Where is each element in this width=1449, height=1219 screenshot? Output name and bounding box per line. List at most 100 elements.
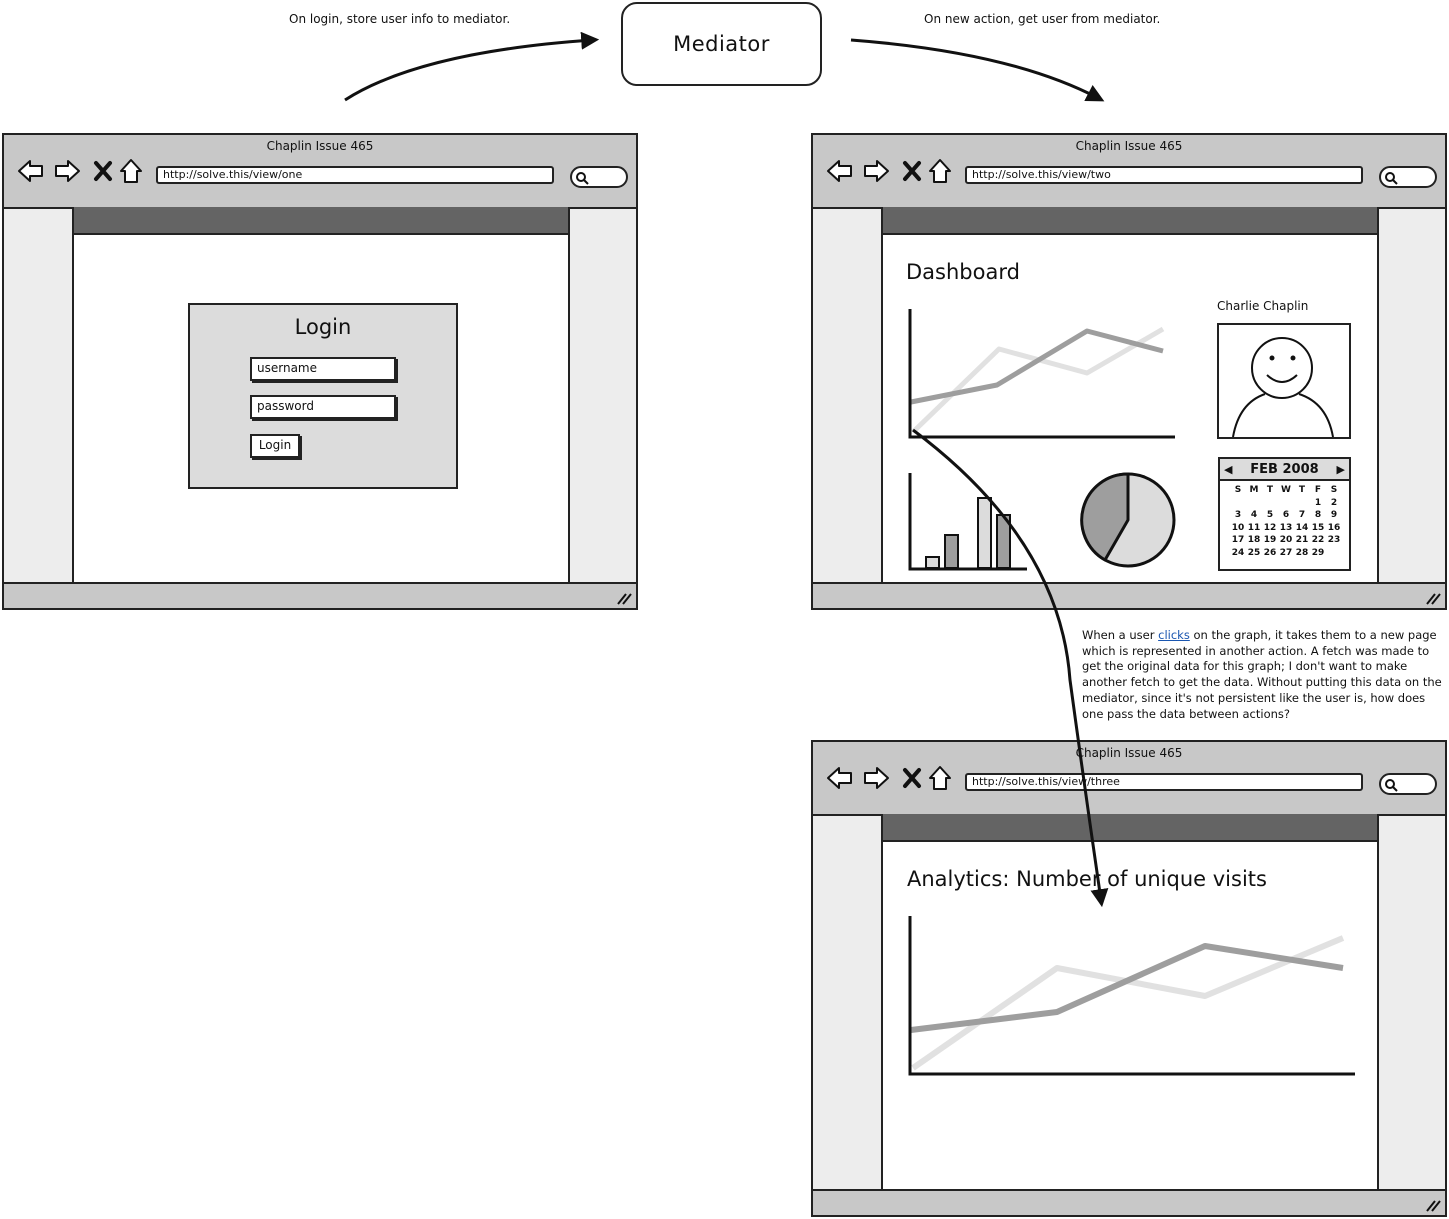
address-bar[interactable]: http://solve.this/view/three	[965, 773, 1363, 791]
calendar-prev-icon[interactable]: ◀	[1224, 463, 1232, 476]
calendar-day	[1246, 497, 1262, 510]
calendar-day[interactable]: 13	[1278, 522, 1294, 535]
calendar-weekday: S	[1330, 485, 1338, 495]
calendar-day[interactable]: 24	[1230, 547, 1246, 560]
browser-window-two: Chaplin Issue 465 http://solve.this/view…	[811, 133, 1447, 610]
calendar-day	[1262, 497, 1278, 510]
pie-chart[interactable]	[1079, 471, 1177, 569]
calendar-day[interactable]: 7	[1294, 509, 1310, 522]
line-chart[interactable]	[907, 307, 1179, 442]
calendar-day[interactable]: 2	[1326, 497, 1342, 510]
calendar-weekday: W	[1281, 485, 1291, 495]
calendar-day[interactable]: 21	[1294, 534, 1310, 547]
calendar-header: ◀ FEB 2008 ▶	[1220, 459, 1349, 481]
window-title: Chaplin Issue 465	[266, 139, 374, 153]
forward-icon[interactable]	[861, 157, 891, 185]
calendar-day[interactable]: 10	[1230, 522, 1246, 535]
search-box[interactable]	[1379, 166, 1437, 188]
bar-chart[interactable]	[907, 471, 1031, 575]
login-title: Login	[294, 315, 352, 339]
calendar-day[interactable]: 11	[1246, 522, 1262, 535]
resize-grip-icon[interactable]	[1425, 1199, 1441, 1213]
calendar-day[interactable]: 8	[1310, 509, 1326, 522]
line-series-light	[911, 326, 1165, 434]
search-box[interactable]	[570, 166, 628, 188]
password-field[interactable]: password	[250, 395, 396, 419]
calendar-day[interactable]: 18	[1246, 534, 1262, 547]
resize-grip-icon[interactable]	[1425, 592, 1441, 606]
calendar-day[interactable]: 22	[1310, 534, 1326, 547]
calendar-day[interactable]: 17	[1230, 534, 1246, 547]
stop-icon[interactable]	[897, 764, 927, 792]
calendar-weekday: M	[1249, 485, 1259, 495]
login-button[interactable]: Login	[250, 434, 300, 458]
calendar-day[interactable]: 29	[1310, 547, 1326, 560]
stop-icon[interactable]	[88, 157, 118, 185]
calendar-day[interactable]: 9	[1326, 509, 1342, 522]
note-link[interactable]: clicks	[1158, 628, 1190, 642]
status-bar	[4, 582, 636, 608]
calendar-next-icon[interactable]: ▶	[1337, 463, 1345, 476]
calendar-weekday: S	[1234, 485, 1242, 495]
back-icon[interactable]	[825, 764, 855, 792]
back-icon[interactable]	[825, 157, 855, 185]
calendar-day[interactable]: 3	[1230, 509, 1246, 522]
analytics-line-chart[interactable]	[907, 914, 1357, 1079]
calendar-day[interactable]: 6	[1278, 509, 1294, 522]
calendar-day[interactable]: 20	[1278, 534, 1294, 547]
window-title: Chaplin Issue 465	[1075, 746, 1183, 760]
address-bar[interactable]: http://solve.this/view/one	[156, 166, 554, 184]
calendar-day[interactable]: 4	[1246, 509, 1262, 522]
calendar-week: 3456789	[1230, 509, 1343, 522]
arrow-mediator-to-dashboard	[850, 38, 1105, 102]
calendar-day[interactable]: 12	[1262, 522, 1278, 535]
address-bar[interactable]: http://solve.this/view/two	[965, 166, 1363, 184]
mediator-label: Mediator	[673, 32, 770, 56]
forward-icon[interactable]	[861, 764, 891, 792]
search-box[interactable]	[1379, 773, 1437, 795]
calendar-day[interactable]: 25	[1246, 547, 1262, 560]
browser-chrome: Chaplin Issue 465 http://solve.this/view…	[4, 135, 636, 209]
calendar-day[interactable]: 28	[1294, 547, 1310, 560]
forward-icon[interactable]	[52, 157, 82, 185]
search-icon	[1385, 172, 1398, 185]
calendar-week: 17 18 19 20 21 22 23	[1230, 534, 1343, 547]
page-header-bar	[883, 207, 1377, 235]
avatar	[1217, 323, 1351, 439]
calendar-week: 24 25 26 27 28 29	[1230, 547, 1343, 560]
home-icon[interactable]	[925, 764, 955, 792]
calendar-widget[interactable]: ◀ FEB 2008 ▶ S M T W T F S 1 2 3 4 5 6 7 8 9 10 11 12 13 14 1…	[1218, 457, 1351, 571]
calendar-week: 10 11 12 13 14 15 16	[1230, 522, 1343, 535]
home-icon[interactable]	[925, 157, 955, 185]
page-header-bar	[74, 207, 568, 235]
calendar-day[interactable]: 19	[1262, 534, 1278, 547]
calendar-day[interactable]: 5	[1262, 509, 1278, 522]
calendar-day[interactable]: 14	[1294, 522, 1310, 535]
calendar-week: 12	[1230, 497, 1343, 510]
calendar-day[interactable]: 16	[1326, 522, 1342, 535]
calendar-day[interactable]: 26	[1262, 547, 1278, 560]
calendar-day[interactable]: 27	[1278, 547, 1294, 560]
line-series-dark	[910, 943, 1344, 1033]
calendar-weekday: T	[1298, 485, 1306, 495]
calendar-day	[1326, 547, 1342, 560]
calendar-day[interactable]: 1	[1310, 497, 1326, 510]
search-icon	[576, 172, 589, 185]
bar	[977, 497, 992, 569]
calendar-day[interactable]: 15	[1310, 522, 1326, 535]
bar	[925, 556, 940, 569]
search-icon	[1385, 779, 1398, 792]
resize-grip-icon[interactable]	[616, 592, 632, 606]
calendar-grid: S M T W T F S 1 2 3 4 5 6 7 8 9 10 11 12 13 14 15 16 17 18 19 20 21…	[1230, 484, 1343, 559]
username-field[interactable]: username	[250, 357, 396, 381]
stop-icon[interactable]	[897, 157, 927, 185]
user-name: Charlie Chaplin	[1217, 299, 1309, 313]
caption-right: On new action, get user from mediator.	[924, 12, 1161, 26]
calendar-day[interactable]: 23	[1326, 534, 1342, 547]
calendar-weekday: T	[1266, 485, 1274, 495]
home-icon[interactable]	[116, 157, 146, 185]
calendar-day	[1294, 497, 1310, 510]
arrow-login-to-mediator	[344, 31, 600, 102]
smiley-avatar-icon	[1232, 337, 1334, 438]
back-icon[interactable]	[16, 157, 46, 185]
